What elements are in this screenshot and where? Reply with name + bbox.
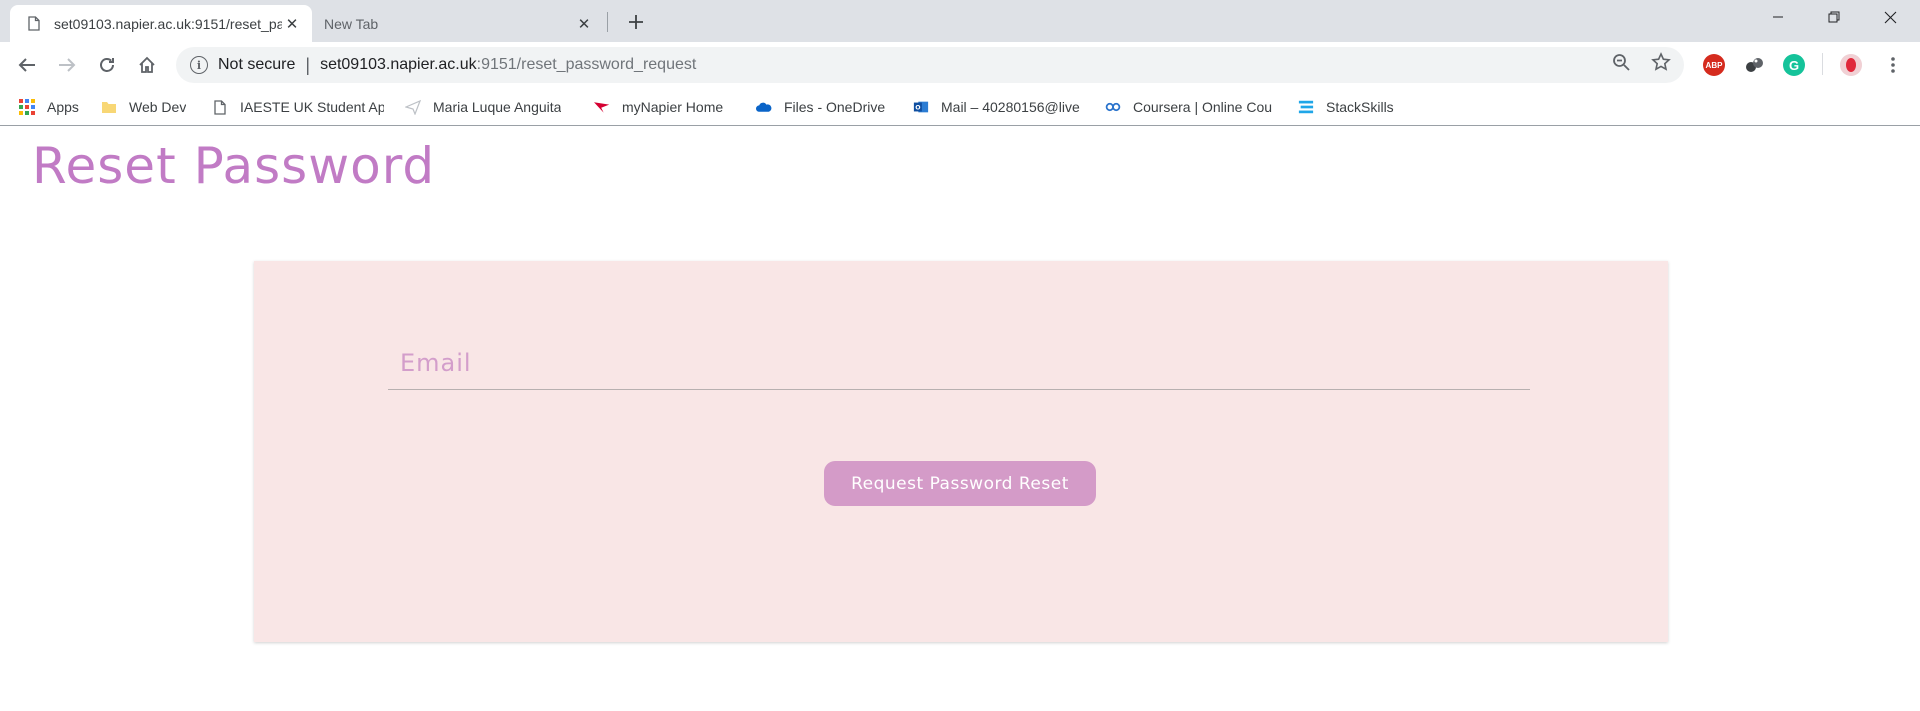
tab-close-icon[interactable]: ✕ <box>282 14 302 34</box>
browser-menu-icon[interactable] <box>1878 50 1908 80</box>
email-placeholder-label: Email <box>400 349 472 377</box>
stackskills-icon <box>1298 99 1314 115</box>
omnibox-divider: | <box>305 54 311 75</box>
bookmarks-bar: Apps Web Dev IAESTE UK Student Ap Maria … <box>0 88 1920 126</box>
svg-text:O: O <box>915 105 920 112</box>
tab-close-icon[interactable]: ✕ <box>574 14 594 34</box>
url-path: :9151/reset_password_request <box>476 56 697 73</box>
reset-password-form: Email Request Password Reset <box>254 261 1668 642</box>
tab-strip: set09103.napier.ac.uk:9151/reset_passwor… <box>0 0 1920 42</box>
page-icon <box>212 99 228 115</box>
folder-icon <box>101 99 117 115</box>
site-info-icon[interactable]: i <box>190 56 208 74</box>
browser-toolbar: i Not secure | set09103.napier.ac.uk:915… <box>0 42 1920 88</box>
onedrive-cloud-icon <box>756 99 772 115</box>
extension-balls-icon[interactable] <box>1743 54 1765 76</box>
forward-button[interactable] <box>52 50 82 80</box>
page-icon <box>26 16 42 32</box>
tab-new-tab[interactable]: New Tab ✕ <box>314 5 604 42</box>
request-password-reset-button[interactable]: Request Password Reset <box>824 461 1096 506</box>
coursera-icon <box>1105 99 1121 115</box>
bookmark-maria-luque[interactable]: Maria Luque Anguita <box>405 96 573 118</box>
adblock-plus-icon[interactable]: ABP <box>1703 54 1725 76</box>
bookmark-mynapier[interactable]: myNapier Home <box>594 96 723 118</box>
close-window-button[interactable] <box>1862 0 1918 34</box>
security-label: Not secure <box>218 56 296 73</box>
minimize-button[interactable] <box>1750 0 1806 34</box>
bookmark-star-icon[interactable] <box>1650 51 1672 73</box>
bookmark-stackskills[interactable]: StackSkills <box>1298 96 1394 118</box>
bookmark-apps[interactable]: Apps <box>19 96 79 118</box>
grammarly-icon[interactable]: G <box>1783 54 1805 76</box>
tab-title: New Tab <box>324 15 379 32</box>
reload-button[interactable] <box>92 50 122 80</box>
profile-avatar-icon[interactable] <box>1840 54 1862 76</box>
bookmark-onedrive[interactable]: Files - OneDrive <box>756 96 885 118</box>
address-bar[interactable]: i Not secure | set09103.napier.ac.uk:915… <box>176 47 1684 83</box>
bookmark-iaeste[interactable]: IAESTE UK Student Ap <box>212 96 384 118</box>
bookmark-coursera[interactable]: Coursera | Online Cou <box>1105 96 1277 118</box>
url-host: set09103.napier.ac.uk <box>320 56 477 73</box>
back-button[interactable] <box>12 50 42 80</box>
apps-grid-icon <box>19 99 35 115</box>
outlook-icon: O <box>913 99 929 115</box>
tab-active[interactable]: set09103.napier.ac.uk:9151/reset_passwor… <box>10 5 312 42</box>
toolbar-divider <box>1822 53 1823 75</box>
bookmark-outlook-mail[interactable]: O Mail – 40280156@live <box>913 96 1085 118</box>
paper-plane-icon <box>405 99 421 115</box>
new-tab-button[interactable] <box>622 8 650 36</box>
zoom-out-icon[interactable] <box>1610 51 1632 73</box>
home-button[interactable] <box>132 50 162 80</box>
email-field[interactable] <box>388 339 1530 390</box>
tab-separator <box>607 12 608 32</box>
page-title: Reset Password <box>32 137 436 195</box>
bookmark-web-dev[interactable]: Web Dev <box>101 96 186 118</box>
restore-button[interactable] <box>1806 0 1862 34</box>
tab-title: set09103.napier.ac.uk:9151/reset_passwor… <box>54 15 282 32</box>
napier-flag-icon <box>594 99 610 115</box>
